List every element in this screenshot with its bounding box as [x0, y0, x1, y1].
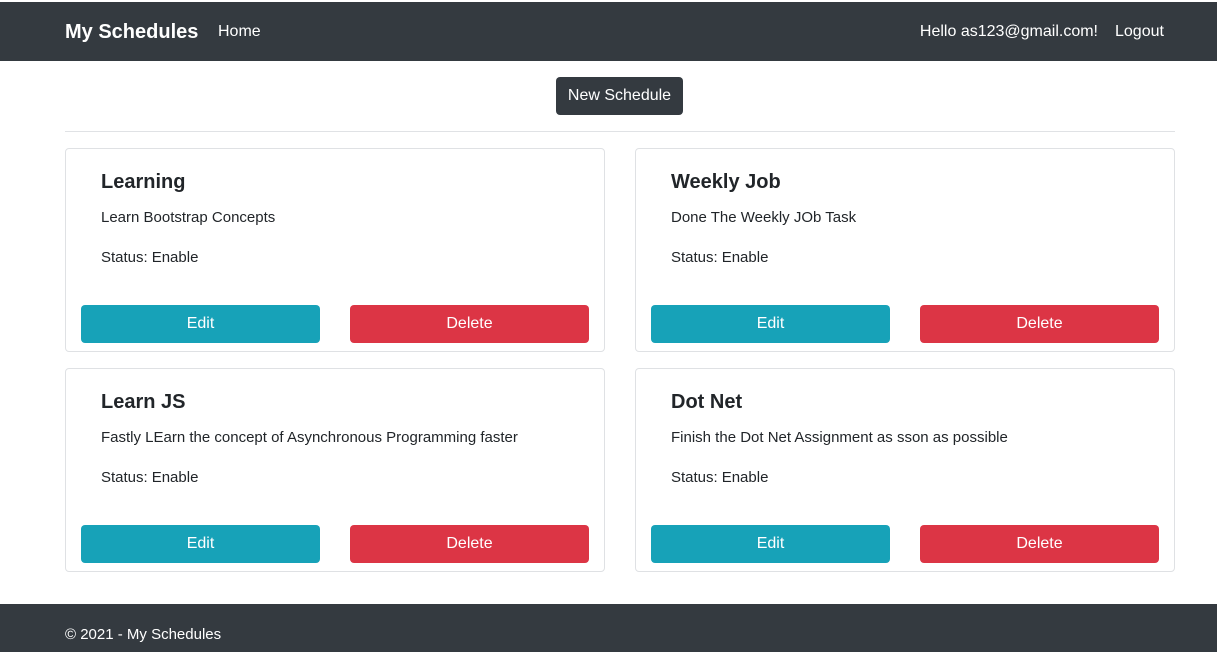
schedule-status: Status: Enable — [671, 249, 768, 266]
delete-button[interactable]: Delete — [920, 305, 1159, 343]
schedule-description: Fastly LEarn the concept of Asynchronous… — [101, 429, 518, 446]
new-schedule-button[interactable]: New Schedule — [556, 77, 683, 115]
schedule-title: Weekly Job — [671, 171, 781, 193]
schedule-description: Learn Bootstrap Concepts — [101, 209, 276, 226]
status-label: Status: — [101, 469, 148, 486]
status-value: Enable — [721, 249, 769, 266]
nav-home-link[interactable]: Home — [218, 23, 261, 41]
top-navbar: My Schedules Home Hello as123@gmail.com!… — [0, 0, 1217, 61]
schedule-card: Dot Net Finish the Dot Net Assignment as… — [635, 368, 1175, 572]
brand-link[interactable]: My Schedules — [65, 21, 198, 44]
schedule-status: Status: Enable — [671, 469, 768, 486]
logout-link[interactable]: Logout — [1115, 23, 1164, 41]
section-divider — [65, 131, 1175, 132]
page: My Schedules Home Hello as123@gmail.com!… — [0, 0, 1217, 652]
schedule-status: Status: Enable — [101, 249, 198, 266]
status-label: Status: — [671, 469, 718, 486]
delete-button[interactable]: Delete — [350, 525, 589, 563]
status-value: Enable — [721, 469, 769, 486]
schedule-description: Finish the Dot Net Assignment as sson as… — [671, 429, 1008, 446]
edit-button[interactable]: Edit — [81, 525, 320, 563]
edit-button[interactable]: Edit — [651, 525, 890, 563]
status-label: Status: — [101, 249, 148, 266]
delete-button[interactable]: Delete — [350, 305, 589, 343]
footer-copyright: © 2021 - My Schedules — [65, 626, 222, 643]
status-label: Status: — [671, 249, 718, 266]
schedule-card: Weekly Job Done The Weekly JOb Task Stat… — [635, 148, 1175, 352]
schedule-status: Status: Enable — [101, 469, 198, 486]
status-value: Enable — [151, 469, 199, 486]
schedule-description: Done The Weekly JOb Task — [671, 209, 857, 226]
user-greeting: Hello as123@gmail.com! — [919, 23, 1098, 40]
edit-button[interactable]: Edit — [651, 305, 890, 343]
schedule-card: Learn JS Fastly LEarn the concept of Asy… — [65, 368, 605, 572]
schedule-title: Learning — [101, 171, 186, 193]
status-value: Enable — [151, 249, 199, 266]
delete-button[interactable]: Delete — [920, 525, 1159, 563]
schedule-title: Dot Net — [671, 391, 743, 413]
edit-button[interactable]: Edit — [81, 305, 320, 343]
schedule-title: Learn JS — [101, 391, 186, 413]
schedule-card: Learning Learn Bootstrap Concepts Status… — [65, 148, 605, 352]
page-footer: © 2021 - My Schedules — [0, 604, 1217, 652]
